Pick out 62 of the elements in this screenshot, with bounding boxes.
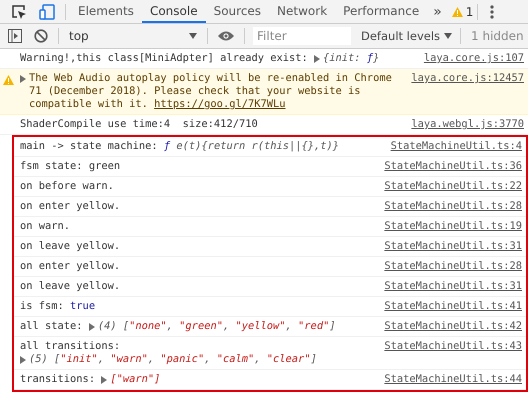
dropdown-caret-icon [444,33,452,39]
value-preview: {init: ƒ} [323,52,380,65]
message-link[interactable]: https://goo.gl/7K7WLu [154,98,286,110]
source-link[interactable]: laya.core.js:12457 [411,72,524,85]
source-link[interactable]: StateMachineUtil.ts:4 [390,140,522,153]
console-message: all transitions: [20,340,120,353]
source-link[interactable]: StateMachineUtil.ts:36 [384,160,522,173]
console-message: all state: [20,320,84,333]
console-message: fsm state: green [20,160,120,173]
source-link[interactable]: StateMachineUtil.ts:31 [384,240,522,253]
expand-caret-icon[interactable] [314,55,320,63]
warning-count[interactable]: 1 [466,4,474,18]
filter-field[interactable]: Filter [253,27,351,45]
value-preview: ["warn"] [110,373,160,386]
source-link[interactable]: StateMachineUtil.ts:41 [384,300,522,313]
console-message: on warn. [20,220,70,233]
console-message: main -> state machine: [20,140,159,153]
warning-icon [452,6,463,16]
eye-icon[interactable] [218,31,234,41]
clear-console-icon[interactable] [34,29,48,43]
console-message: Warning!,this class[MiniAdpter] already exist: [20,52,309,65]
device-toolbar-icon[interactable] [39,4,55,20]
value-preview: ƒ e(t){return r(this||{},t)} [164,140,340,153]
source-link[interactable]: StateMachineUtil.ts:19 [384,220,522,233]
sidebar-toggle-icon[interactable] [8,29,22,43]
source-link[interactable]: StateMachineUtil.ts:42 [384,320,522,333]
more-tabs-button[interactable]: » [427,4,448,20]
source-link[interactable]: StateMachineUtil.ts:28 [384,200,522,213]
log-levels-dropdown[interactable]: Default levels [357,29,456,43]
console-message: on leave yellow. [20,280,120,293]
console-message: is fsm: [20,300,65,313]
source-link[interactable]: StateMachineUtil.ts:28 [384,260,522,273]
expand-caret-icon[interactable] [20,75,26,83]
more-menu-icon[interactable] [490,4,494,18]
warning-message: The Web Audio autoplay policy will be re-enabled in Chrome 71 (December 2018). Please check that your website is compatible with it. https://goo.gl/7K7WLu [29,72,393,111]
expand-caret-icon[interactable] [101,376,108,384]
source-link[interactable]: StateMachineUtil.ts:43 [384,340,522,353]
expand-caret-icon[interactable] [88,323,95,331]
expand-caret-icon[interactable] [20,356,26,364]
value-preview: true [70,300,96,313]
console-message: ShaderCompile use time:4 size:412/710 [20,118,258,131]
source-link[interactable]: StateMachineUtil.ts:22 [384,180,522,193]
console-message: transitions: [20,373,96,386]
devtools-tab[interactable]: Sources [206,0,270,23]
devtools-tab[interactable]: Elements [70,0,142,23]
console-message: on before warn. [20,180,114,193]
warning-icon [3,75,14,85]
console-message: on enter yellow. [20,260,120,273]
console-message: on enter yellow. [20,200,120,213]
hidden-count: 1 hidden [471,29,524,43]
value-preview: (5) ["init", "warn", "panic", "calm", "clear"] [29,353,317,366]
context-select[interactable]: top [63,29,203,43]
source-link[interactable]: laya.core.js:107 [424,52,524,65]
inspect-element-icon[interactable] [11,4,27,20]
console-message: on leave yellow. [20,240,120,253]
devtools-tab[interactable]: Network [269,0,336,23]
source-link[interactable]: StateMachineUtil.ts:31 [384,280,522,293]
source-link[interactable]: StateMachineUtil.ts:44 [384,373,522,386]
value-preview: (4) ["none", "green", "yellow", "red"] [98,320,336,333]
devtools-tab[interactable]: Performance [335,0,428,23]
source-link[interactable]: laya.webgl.js:3770 [411,118,524,131]
dropdown-caret-icon [189,33,197,39]
